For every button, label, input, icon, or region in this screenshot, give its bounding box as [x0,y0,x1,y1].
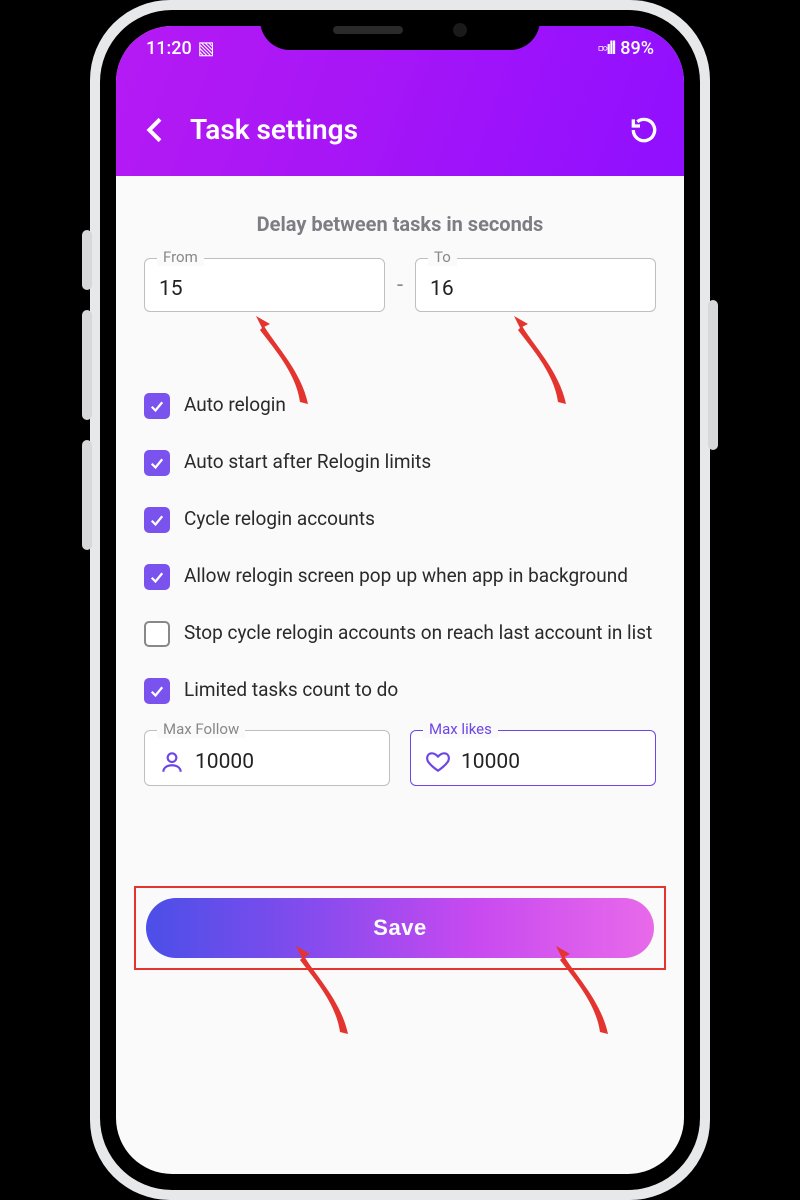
max-follow-field[interactable]: Max Follow 10000 [144,730,390,786]
check-cycle-relogin[interactable]: Cycle relogin accounts [144,506,656,533]
phone-side-button [82,440,92,550]
phone-mockup: 11:20 ▧ ▫◦ıll 89% Task settings [90,0,710,1200]
annotation-arrow [546,946,616,1040]
check-auto-relogin[interactable]: Auto relogin [144,392,656,419]
check-label: Limited tasks count to do [184,677,398,703]
phone-notch [260,10,540,50]
delay-from-value: 15 [159,277,370,301]
chevron-left-icon [140,114,172,146]
check-auto-start[interactable]: Auto start after Relogin limits [144,449,656,476]
phone-side-button [708,300,718,450]
status-icon: ▧ [198,38,215,59]
heart-icon [425,749,451,775]
annotation-arrow [504,316,574,410]
notch-speaker [333,26,403,34]
check-limited-tasks[interactable]: Limited tasks count to do [144,677,656,704]
notch-camera [453,23,467,37]
page-title: Task settings [190,113,610,146]
content-area: Delay between tasks in seconds From 15 -… [116,176,684,886]
check-label: Auto start after Relogin limits [184,449,431,475]
status-battery: 89% [620,38,654,59]
check-label: Stop cycle relogin accounts on reach las… [184,620,652,646]
reset-button[interactable] [628,114,660,146]
back-button[interactable] [140,114,172,146]
checkbox-checked-icon [144,507,170,533]
range-separator: - [395,273,405,298]
phone-side-button [82,230,92,290]
app-screen: 11:20 ▧ ▫◦ıll 89% Task settings [116,26,684,1174]
delay-to-value: 16 [430,277,641,301]
checkbox-checked-icon [144,678,170,704]
checkbox-checked-icon [144,450,170,476]
check-label: Cycle relogin accounts [184,506,375,532]
phone-shell: 11:20 ▧ ▫◦ıll 89% Task settings [100,10,700,1190]
annotation-arrow [246,316,316,410]
max-likes-label: Max likes [423,720,498,738]
max-follow-label: Max Follow [157,720,245,738]
delay-from-field[interactable]: From 15 [144,258,385,312]
limits-row: Max Follow 10000 Max likes 10000 [144,730,656,786]
delay-to-label: To [428,248,457,266]
status-time: 11:20 [146,38,192,59]
max-likes-value: 10000 [461,750,520,774]
max-likes-field[interactable]: Max likes 10000 [410,730,656,786]
delay-to-field[interactable]: To 16 [415,258,656,312]
checkbox-checked-icon [144,393,170,419]
check-label: Allow relogin screen pop up when app in … [184,563,628,589]
checkbox-checked-icon [144,564,170,590]
annotation-arrow [286,946,356,1040]
reset-icon [628,114,660,146]
check-stop-cycle[interactable]: Stop cycle relogin accounts on reach las… [144,620,656,647]
max-follow-value: 10000 [195,750,254,774]
phone-side-button [82,310,92,420]
delay-from-label: From [157,248,204,266]
delay-section-title: Delay between tasks in seconds [144,212,656,236]
signal-icon: ▫◦ıll [598,38,615,59]
person-icon [159,749,185,775]
delay-range-row: From 15 - To 16 [144,258,656,312]
checkbox-unchecked-icon [144,621,170,647]
check-allow-popup[interactable]: Allow relogin screen pop up when app in … [144,563,656,590]
checkbox-list: Auto relogin Auto start after Relogin li… [144,392,656,704]
